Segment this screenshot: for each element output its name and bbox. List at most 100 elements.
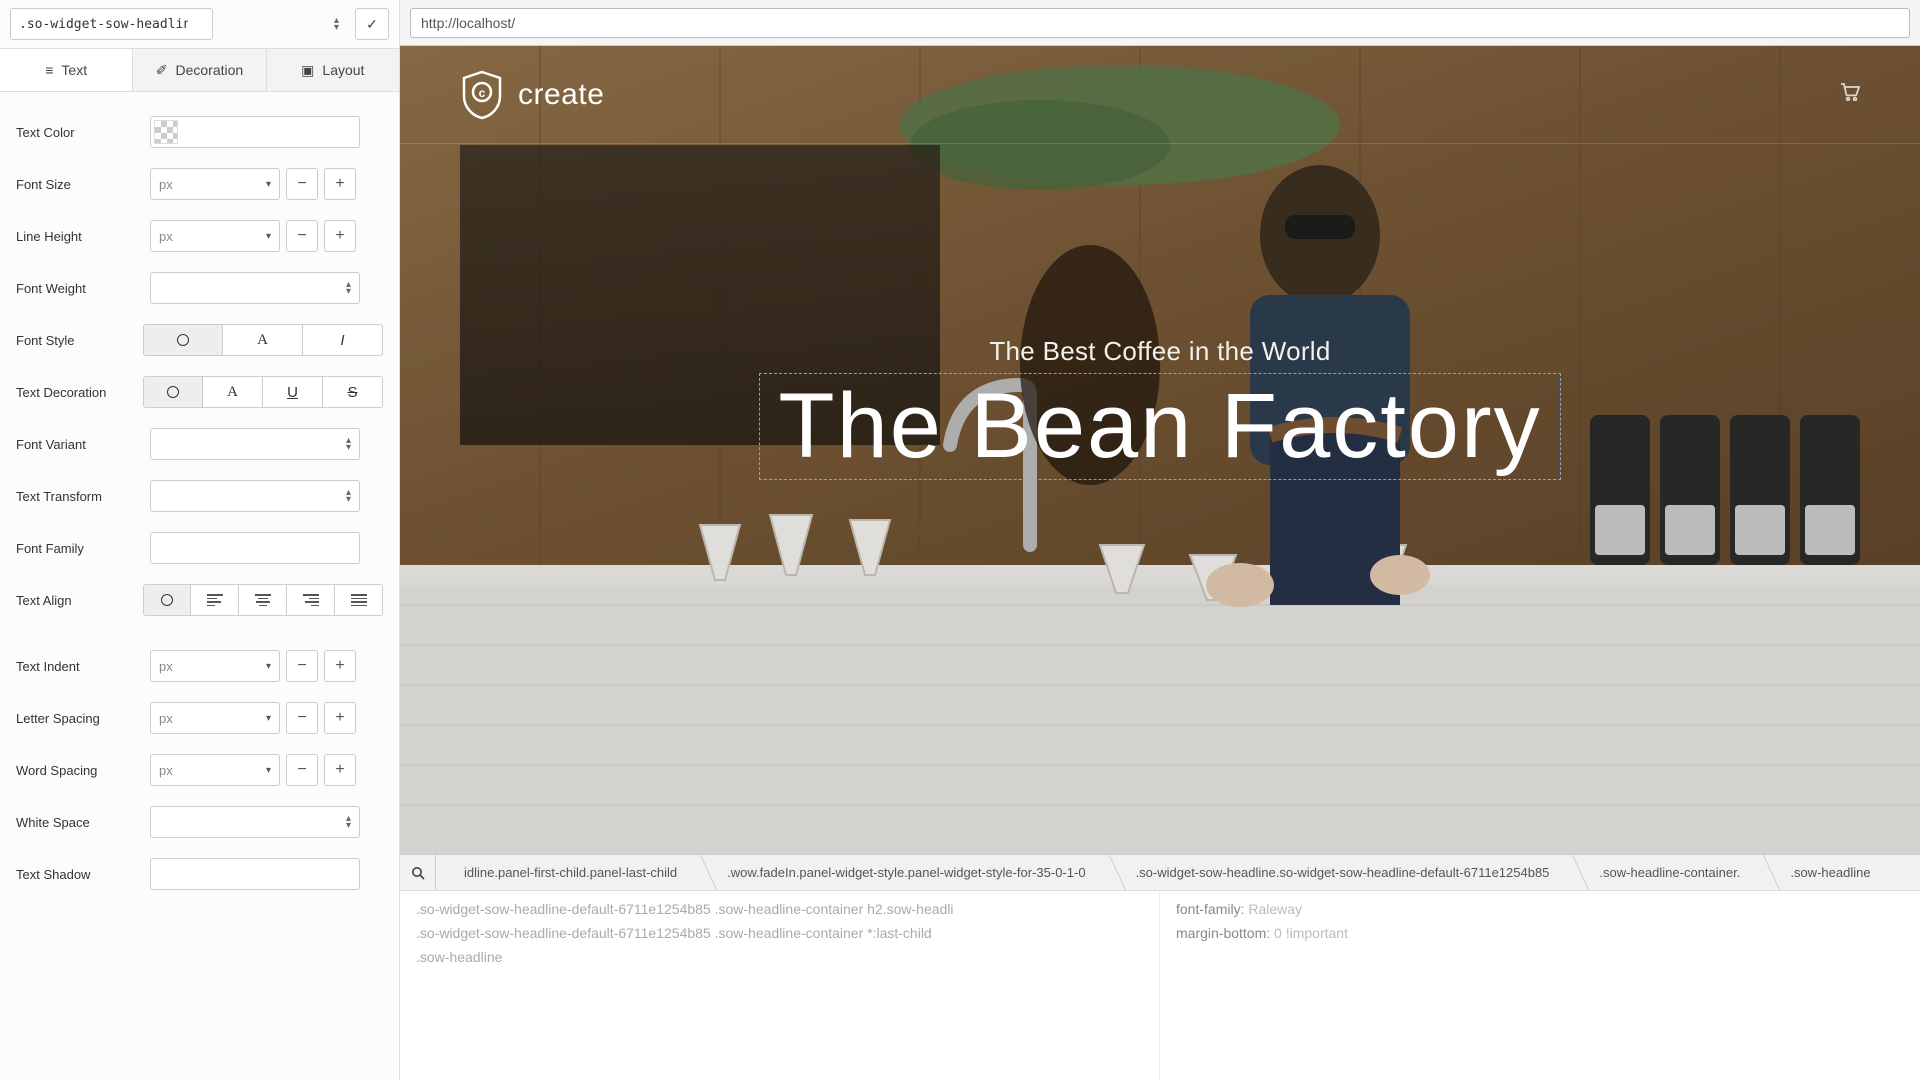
word-spacing-increment[interactable]: + <box>324 754 356 786</box>
text-indent-increment[interactable]: + <box>324 650 356 682</box>
chevron-down-icon: ▾ <box>266 765 271 776</box>
inspector-panel: idline.panel-first-child.panel-last-chil… <box>400 854 1920 1080</box>
font-style-italic[interactable]: I <box>303 324 383 356</box>
label-text-transform: Text Transform <box>16 489 150 504</box>
brand-shield-icon: c <box>460 70 504 120</box>
text-shadow-input[interactable] <box>150 858 360 890</box>
letter-spacing-decrement[interactable]: − <box>286 702 318 734</box>
label-word-spacing: Word Spacing <box>16 763 150 778</box>
text-align-none[interactable] <box>143 584 191 616</box>
css-declarations-column[interactable]: font-family: Raleway margin-bottom: 0 !i… <box>1160 891 1920 1080</box>
label-font-size: Font Size <box>16 177 150 192</box>
updown-icon: ▴▾ <box>346 815 351 829</box>
transparent-icon <box>154 120 178 144</box>
tab-label: Decoration <box>176 62 244 78</box>
label-font-variant: Font Variant <box>16 437 150 452</box>
tab-decoration[interactable]: ✐ Decoration <box>133 49 266 91</box>
css-declaration: font-family: Raleway <box>1176 901 1904 917</box>
brand[interactable]: c create <box>460 70 604 120</box>
text-decoration-underline[interactable]: U <box>263 376 323 408</box>
chevron-down-icon: ▾ <box>266 231 271 242</box>
label-font-family: Font Family <box>16 541 150 556</box>
align-right-icon <box>303 594 319 606</box>
line-height-decrement[interactable]: − <box>286 220 318 252</box>
check-icon: ✓ <box>366 16 378 33</box>
word-spacing-unit-select[interactable]: px▾ <box>150 754 280 786</box>
search-icon <box>411 866 425 880</box>
font-variant-select[interactable]: ▴▾ <box>150 428 360 460</box>
breadcrumb-item[interactable]: .wow.fadeIn.panel-widget-style.panel-wid… <box>699 855 1107 890</box>
site-top-nav: c create <box>400 46 1920 144</box>
text-align-right[interactable] <box>287 584 335 616</box>
hero-title-selected[interactable]: The Bean Factory <box>759 373 1560 480</box>
selectors-column[interactable]: .so-widget-sow-headline-default-6711e125… <box>400 891 1160 1080</box>
chevron-down-icon: ▾ <box>266 713 271 724</box>
label-text-align: Text Align <box>16 593 143 608</box>
text-color-swatch[interactable] <box>150 116 360 148</box>
letter-spacing-unit-select[interactable]: px▾ <box>150 702 280 734</box>
updown-icon: ▴▾ <box>346 489 351 503</box>
breadcrumb-item[interactable]: .sow-headline <box>1762 855 1892 890</box>
text-indent-unit-select[interactable]: px▾ <box>150 650 280 682</box>
label-text-color: Text Color <box>16 125 150 140</box>
align-center-icon <box>255 594 271 606</box>
tab-label: Layout <box>322 62 364 78</box>
font-family-input[interactable] <box>150 532 360 564</box>
code-area: .so-widget-sow-headline-default-6711e125… <box>400 891 1920 1080</box>
site-preview[interactable]: c create The Best Coffee in the World Th… <box>400 46 1920 854</box>
word-spacing-decrement[interactable]: − <box>286 754 318 786</box>
label-line-height: Line Height <box>16 229 150 244</box>
text-decoration-strike[interactable]: S <box>323 376 383 408</box>
text-align-left[interactable] <box>191 584 239 616</box>
breadcrumb-item[interactable]: .sow-headline-container. <box>1571 855 1762 890</box>
selector-line: .so-widget-sow-headline-default-6711e125… <box>416 925 1143 941</box>
text-transform-select[interactable]: ▴▾ <box>150 480 360 512</box>
selector-row: ▴▾ ✓ <box>0 0 399 48</box>
breadcrumb-search-button[interactable] <box>400 855 436 890</box>
letter-spacing-increment[interactable]: + <box>324 702 356 734</box>
line-height-unit-select[interactable]: px▾ <box>150 220 280 252</box>
url-bar: http://localhost/ <box>400 0 1920 46</box>
updown-icon: ▴▾ <box>346 437 351 451</box>
breadcrumb-item[interactable]: .so-widget-sow-headline.so-widget-sow-he… <box>1108 855 1572 890</box>
none-icon <box>167 386 179 398</box>
confirm-selector-button[interactable]: ✓ <box>355 8 389 40</box>
font-style-normal[interactable]: A <box>223 324 303 356</box>
text-decoration-normal[interactable]: A <box>203 376 263 408</box>
cart-icon[interactable] <box>1840 83 1860 106</box>
updown-icon: ▴▾ <box>346 281 351 295</box>
font-size-unit-select[interactable]: px▾ <box>150 168 280 200</box>
text-indent-decrement[interactable]: − <box>286 650 318 682</box>
breadcrumb-item[interactable]: idline.panel-first-child.panel-last-chil… <box>436 855 699 890</box>
font-size-increment[interactable]: + <box>324 168 356 200</box>
label-text-indent: Text Indent <box>16 659 150 674</box>
align-left-icon <box>207 594 223 606</box>
label-text-shadow: Text Shadow <box>16 867 150 882</box>
font-size-decrement[interactable]: − <box>286 168 318 200</box>
font-style-none[interactable] <box>143 324 223 356</box>
selector-line: .sow-headline <box>416 949 1143 965</box>
css-declaration: margin-bottom: 0 !important <box>1176 925 1904 941</box>
layout-icon: ▣ <box>301 62 314 79</box>
white-space-select[interactable]: ▴▾ <box>150 806 360 838</box>
selector-input[interactable] <box>10 8 213 40</box>
breadcrumb-row: idline.panel-first-child.panel-last-chil… <box>400 855 1920 891</box>
brand-text: create <box>518 78 604 112</box>
svg-text:c: c <box>479 86 486 100</box>
line-height-increment[interactable]: + <box>324 220 356 252</box>
lines-icon: ≡ <box>45 62 53 78</box>
hero-subtitle: The Best Coffee in the World <box>400 336 1920 367</box>
url-input[interactable]: http://localhost/ <box>410 8 1910 38</box>
tabbar: ≡ Text ✐ Decoration ▣ Layout <box>0 48 399 92</box>
text-align-justify[interactable] <box>335 584 383 616</box>
label-letter-spacing: Letter Spacing <box>16 711 150 726</box>
hero-text-block: The Best Coffee in the World The Bean Fa… <box>400 336 1920 480</box>
tab-layout[interactable]: ▣ Layout <box>267 49 399 91</box>
tab-text[interactable]: ≡ Text <box>0 49 133 91</box>
none-icon <box>161 594 173 606</box>
align-justify-icon <box>351 594 367 606</box>
font-weight-select[interactable]: ▴▾ <box>150 272 360 304</box>
props-panel: Text Color Font Size px▾ − + Line Height… <box>0 92 399 920</box>
text-decoration-none[interactable] <box>143 376 203 408</box>
text-align-center[interactable] <box>239 584 287 616</box>
